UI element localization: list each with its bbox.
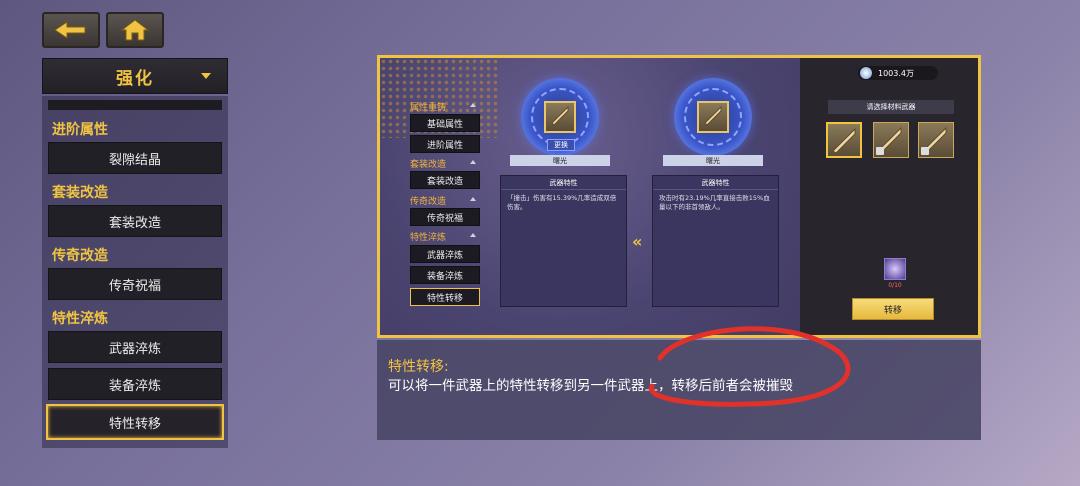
replace-button[interactable]: 更换: [547, 139, 575, 151]
material-slot[interactable]: [873, 122, 909, 158]
currency-amount: 1003.4万: [878, 68, 914, 78]
submenu-item[interactable]: 基础属性: [410, 114, 480, 132]
menu-divider: [48, 100, 222, 110]
submenu-item[interactable]: 装备淬炼: [410, 266, 480, 284]
target-weapon-name: 曙光: [663, 155, 763, 166]
target-trait-card: 武器特性 攻击时有23.19%几率直接击败15%血量以下的非首领敌人。: [652, 175, 779, 307]
submenu-category: 套装改造: [410, 157, 477, 170]
description-title: 特性转移:: [388, 359, 449, 375]
red-circle-annotation: [648, 326, 851, 407]
material-panel: 1003.4万 请选择材料武器 0/10 转移: [800, 58, 978, 335]
back-arrow-icon: [53, 20, 89, 40]
transfer-button[interactable]: 转移: [852, 298, 934, 320]
gem-count: 0/10: [888, 282, 902, 289]
trait-card-title: 武器特性: [501, 176, 626, 190]
submenu-item-active[interactable]: 特性转移: [410, 288, 480, 306]
chevron-down-icon: [201, 73, 211, 79]
submenu-item[interactable]: 进阶属性: [410, 135, 480, 153]
menu-item-trait-transfer[interactable]: 特性转移: [46, 404, 224, 440]
chevron-left-icon: «: [632, 232, 643, 251]
menu-title: 强化: [116, 68, 154, 89]
menu-category-label: 特性淬炼: [52, 311, 108, 327]
sword-icon: [832, 127, 856, 154]
submenu-item[interactable]: 传奇祝福: [410, 208, 480, 226]
menu-item-set-modify[interactable]: 套装改造: [48, 205, 222, 237]
source-weapon-slot[interactable]: [544, 101, 576, 133]
menu-category-label: 进阶属性: [52, 122, 108, 138]
source-weapon-name: 曙光: [510, 155, 610, 166]
menu-item-rift-crystal[interactable]: 裂隙结晶: [48, 142, 222, 174]
home-icon: [121, 19, 149, 41]
menu-category-label: 传奇改造: [52, 248, 108, 264]
submenu-category: 特性淬炼: [410, 230, 477, 243]
preview-screen: 属性重铸 基础属性 进阶属性 套装改造 套装改造 传奇改造 传奇祝福 特性淬炼 …: [377, 55, 981, 338]
submenu-item[interactable]: 套装改造: [410, 171, 480, 189]
trait-card-title: 武器特性: [653, 176, 778, 190]
source-trait-card: 武器特性 「撞击」伤害有15.39%几率造成双倍伤害。: [500, 175, 627, 307]
gem-icon: [884, 258, 906, 280]
lock-icon: [876, 147, 884, 155]
target-weapon-slot[interactable]: [697, 101, 729, 133]
currency-display: 1003.4万: [858, 66, 938, 80]
submenu-category: 属性重铸: [410, 100, 477, 113]
menu-item-gear-refine[interactable]: 装备淬炼: [48, 368, 222, 400]
menu-item-legend-blessing[interactable]: 传奇祝福: [48, 268, 222, 300]
back-button[interactable]: [42, 12, 100, 48]
menu-category-label: 套装改造: [52, 185, 108, 201]
material-slot[interactable]: [918, 122, 954, 158]
material-title: 请选择材料武器: [828, 100, 954, 114]
sword-icon: [702, 104, 724, 130]
submenu-item[interactable]: 武器淬炼: [410, 245, 480, 263]
sword-icon: [549, 104, 571, 130]
submenu-category: 传奇改造: [410, 194, 477, 207]
coin-icon: [860, 67, 872, 79]
trait-card-text: 「撞击」伤害有15.39%几率造成双倍伤害。: [507, 194, 617, 211]
lock-icon: [921, 147, 929, 155]
home-button[interactable]: [106, 12, 164, 48]
menu-dropdown[interactable]: 强化: [42, 58, 228, 94]
menu-item-weapon-refine[interactable]: 武器淬炼: [48, 331, 222, 363]
material-slot[interactable]: [826, 122, 862, 158]
trait-card-text: 攻击时有23.19%几率直接击败15%血量以下的非首领敌人。: [659, 194, 770, 211]
